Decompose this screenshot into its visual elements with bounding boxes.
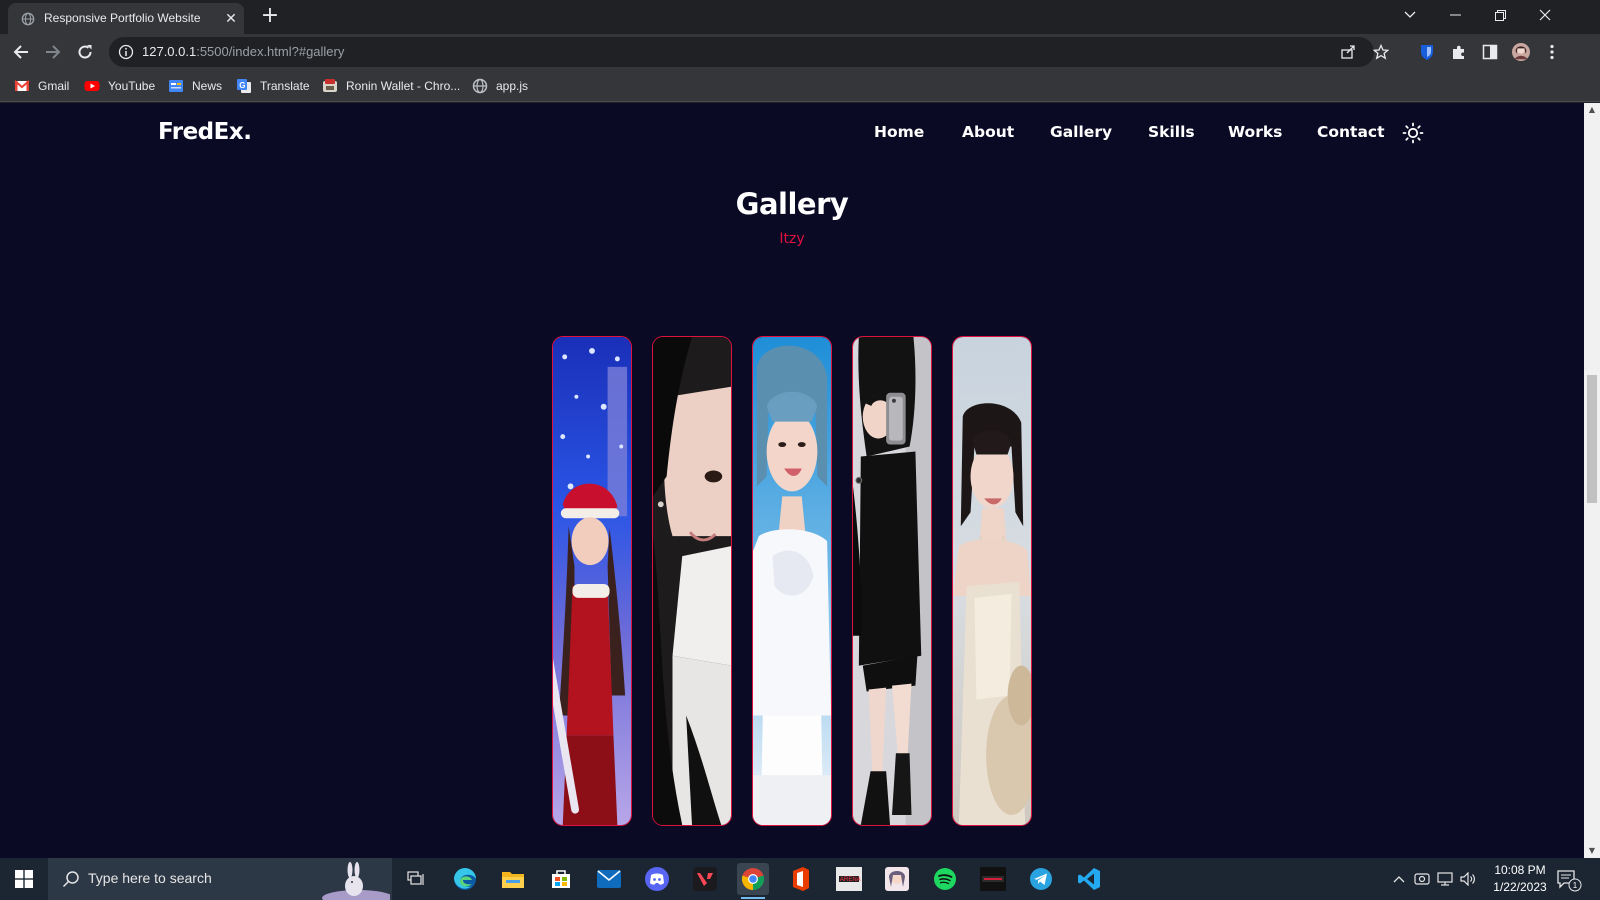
clock-time: 10:08 PM — [1494, 863, 1546, 877]
tab-title: Responsive Portfolio Website — [44, 11, 201, 25]
nav-home[interactable]: Home — [874, 123, 924, 141]
gallery-photo-4[interactable] — [852, 336, 932, 826]
profile-avatar[interactable] — [1512, 43, 1530, 61]
minimize-icon[interactable] — [1433, 0, 1477, 30]
svg-text:ARENA: ARENA — [840, 877, 861, 883]
notification-center-icon[interactable]: 1 — [1556, 868, 1582, 892]
share-icon[interactable] — [1340, 44, 1356, 60]
windows-start-button[interactable] — [0, 858, 48, 900]
file-explorer-icon[interactable] — [497, 863, 529, 895]
gallery-subtitle: Itzy — [779, 231, 805, 247]
nav-works[interactable]: Works — [1228, 123, 1282, 141]
forward-arrow-icon[interactable] — [42, 41, 64, 63]
url-text[interactable]: 127.0.0.1:5500/index.html?#gallery — [142, 44, 344, 59]
valorant-icon[interactable] — [689, 863, 721, 895]
reload-icon[interactable] — [74, 41, 96, 63]
site-logo[interactable]: FredEx. — [158, 119, 252, 145]
ronin-wallet-icon — [323, 79, 337, 92]
spotify-icon[interactable] — [929, 863, 961, 895]
news-icon — [169, 80, 183, 92]
meet-now-camera-icon[interactable] — [1413, 870, 1431, 888]
anime-app-icon[interactable] — [881, 863, 913, 895]
gmail-icon — [14, 80, 30, 91]
nav-about[interactable]: About — [962, 123, 1014, 141]
extensions-puzzle-icon[interactable] — [1450, 43, 1468, 61]
bitwarden-extension-icon[interactable] — [1418, 43, 1436, 61]
search-placeholder: Type here to search — [88, 870, 212, 886]
microsoft-store-icon[interactable] — [545, 863, 577, 895]
clock-date: 1/22/2023 — [1493, 880, 1547, 894]
page-viewport: FredEx. Home About Gallery Skills Works … — [0, 103, 1584, 858]
discord-icon[interactable] — [641, 863, 673, 895]
volume-icon[interactable] — [1459, 870, 1477, 888]
bookmarks-bar: Gmail YouTube News G Translate Ronin Wal… — [0, 70, 1600, 102]
restore-icon[interactable] — [1478, 0, 1522, 30]
telegram-icon[interactable] — [1025, 863, 1057, 895]
task-view-icon[interactable] — [400, 863, 432, 895]
nav-gallery[interactable]: Gallery — [1050, 123, 1112, 141]
bookmark-youtube[interactable]: YouTube — [84, 77, 155, 95]
vscode-icon[interactable] — [1073, 863, 1105, 895]
network-icon[interactable] — [1436, 870, 1454, 888]
chrome-icon[interactable] — [737, 863, 769, 899]
browser-toolbar: 127.0.0.1:5500/index.html?#gallery — [0, 34, 1600, 70]
scrollbar-thumb[interactable] — [1587, 375, 1597, 503]
globe-icon — [21, 12, 35, 26]
search-highlight-bunny-icon — [322, 862, 390, 900]
bookmark-translate[interactable]: G Translate — [236, 77, 310, 95]
scroll-down-arrow-icon[interactable]: ▼ — [1587, 846, 1597, 856]
windows-taskbar: Type here to search ARENA 10:08 PM 1/22/… — [0, 858, 1600, 900]
mail-icon[interactable] — [593, 863, 625, 895]
notification-count: 1 — [1573, 881, 1578, 890]
bookmark-gmail[interactable]: Gmail — [14, 77, 69, 95]
nav-skills[interactable]: Skills — [1148, 123, 1195, 141]
globe-icon — [472, 78, 488, 94]
gallery-photo-1[interactable] — [552, 336, 632, 826]
office-icon[interactable] — [785, 863, 817, 895]
bookmark-news[interactable]: News — [168, 77, 222, 95]
back-arrow-icon[interactable] — [10, 41, 32, 63]
new-tab-button[interactable]: + — [260, 5, 280, 27]
search-icon — [62, 871, 79, 888]
gallery-photo-3[interactable] — [752, 336, 832, 826]
browser-tab-bar: Responsive Portfolio Website ✕ + — [0, 0, 1600, 34]
bookmark-ronin-wallet[interactable]: Ronin Wallet - Chro... — [322, 77, 460, 95]
chrome-menu-icon[interactable] — [1543, 43, 1561, 61]
translate-icon: G — [237, 79, 251, 93]
bookmark-appjs[interactable]: app.js — [472, 77, 528, 95]
system-clock[interactable]: 10:08 PM 1/22/2023 — [1478, 862, 1562, 896]
bookmark-star-icon[interactable] — [1373, 44, 1389, 60]
scroll-up-arrow-icon[interactable]: ▲ — [1587, 105, 1597, 115]
address-bar[interactable]: 127.0.0.1:5500/index.html?#gallery — [109, 37, 1389, 67]
nav-contact[interactable]: Contact — [1317, 123, 1385, 141]
gallery-photo-2[interactable] — [652, 336, 732, 826]
page-scrollbar[interactable]: ▲ ▼ — [1584, 103, 1600, 858]
close-window-icon[interactable] — [1523, 0, 1567, 30]
side-panel-icon[interactable] — [1481, 43, 1499, 61]
gallery-photo-5[interactable] — [952, 336, 1032, 826]
browser-tab-active[interactable]: Responsive Portfolio Website ✕ — [8, 3, 244, 34]
theme-toggle-sun-icon[interactable] — [1402, 122, 1424, 144]
youtube-icon — [84, 81, 100, 91]
show-hidden-icons-chevron-icon[interactable] — [1390, 870, 1408, 888]
tab-search-chevron-icon[interactable] — [1388, 0, 1432, 30]
edge-browser-icon[interactable] — [449, 863, 481, 895]
gallery-title: Gallery — [735, 187, 849, 221]
tab-close-icon[interactable]: ✕ — [223, 11, 239, 27]
windows-logo-icon — [15, 870, 33, 888]
svg-text:G: G — [239, 81, 245, 90]
game-app-icon[interactable] — [977, 863, 1009, 895]
site-info-icon[interactable] — [118, 44, 134, 60]
game-launcher-icon[interactable]: ARENA — [833, 863, 865, 895]
